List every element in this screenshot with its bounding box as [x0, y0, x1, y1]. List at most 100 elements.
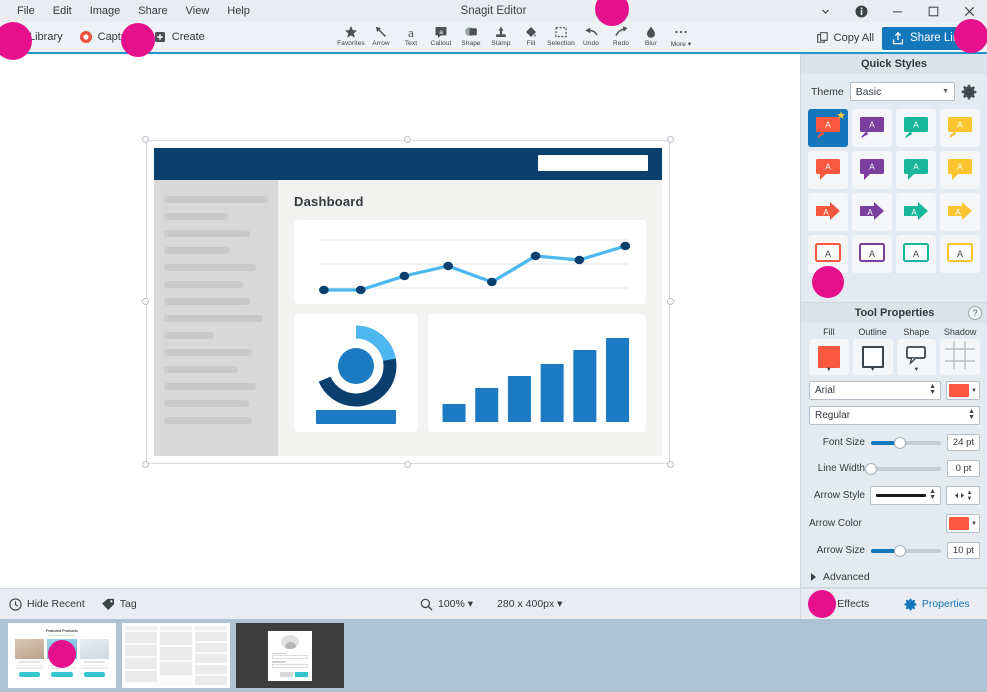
- quick-style-cell-0[interactable]: A ★: [808, 109, 848, 147]
- arrow-size-slider-knob[interactable]: [894, 544, 907, 557]
- create-button[interactable]: Create: [153, 30, 205, 44]
- quick-style-cell-9[interactable]: A: [852, 193, 892, 231]
- font-size-value[interactable]: 24 pt: [947, 434, 980, 451]
- svg-text:A: A: [957, 249, 963, 259]
- tool-more[interactable]: More ▾: [666, 22, 696, 54]
- canvas-selection[interactable]: Dashboard: [142, 136, 674, 468]
- quick-style-cell-4[interactable]: A: [808, 151, 848, 189]
- tool-blur[interactable]: Blur: [636, 22, 666, 54]
- redo-icon: [614, 24, 629, 39]
- minimize-icon[interactable]: [879, 0, 915, 22]
- line-width-slider-knob[interactable]: [865, 462, 877, 475]
- resize-handle-left-center[interactable]: [142, 298, 149, 305]
- resize-handle-bottom-right[interactable]: [667, 461, 674, 468]
- outline-button[interactable]: ▼: [852, 339, 893, 375]
- tool-stamp[interactable]: Stamp: [486, 22, 516, 54]
- zoom-control[interactable]: 100% ▾: [420, 598, 473, 611]
- quick-style-cell-7[interactable]: A: [940, 151, 980, 189]
- shape-column: Shape ▼: [896, 327, 937, 375]
- properties-button[interactable]: Properties: [904, 598, 970, 611]
- resize-handle-right-center[interactable]: [667, 298, 674, 305]
- menu-item-file[interactable]: File: [8, 2, 44, 20]
- tool-callout[interactable]: a Callout: [426, 22, 456, 54]
- svg-text:A: A: [913, 120, 919, 130]
- chevron-down-icon[interactable]: [807, 0, 843, 22]
- quick-style-cell-10[interactable]: A: [896, 193, 936, 231]
- menu-item-edit[interactable]: Edit: [44, 2, 81, 20]
- thumbnail-profile-login-card[interactable]: [236, 623, 344, 688]
- menu-item-help[interactable]: Help: [218, 2, 259, 20]
- resize-handle-bottom-left[interactable]: [142, 461, 149, 468]
- advanced-section-toggle[interactable]: Advanced: [801, 559, 987, 583]
- quick-style-cell-1[interactable]: A: [852, 109, 892, 147]
- share-icon: [892, 31, 904, 44]
- menu-item-image[interactable]: Image: [81, 2, 130, 20]
- tool-fill[interactable]: Fill: [516, 22, 546, 54]
- font-color-button[interactable]: ▼: [946, 381, 980, 400]
- mockup-body: Dashboard: [154, 180, 662, 456]
- arrow-style-select[interactable]: ▲ ▼: [870, 486, 941, 505]
- status-center-group: 100% ▾ 280 x 400px ▾: [420, 598, 562, 611]
- line-width-slider[interactable]: [865, 462, 941, 475]
- tool-text[interactable]: a Text: [396, 22, 426, 54]
- quick-style-cell-15[interactable]: A: [940, 235, 980, 273]
- help-icon[interactable]: ?: [968, 306, 982, 320]
- thumbnail-three-column-layout[interactable]: [122, 623, 230, 688]
- annotation-circle-sharelink: [954, 19, 987, 53]
- tool-text-label: Text: [404, 40, 418, 47]
- tool-properties-columns: Fill ▼ Outline ▼ Shape ▼ Shadow: [801, 323, 987, 375]
- tool-shape[interactable]: Shape: [456, 22, 486, 54]
- editor-canvas[interactable]: Dashboard: [0, 54, 800, 588]
- quick-style-cell-6[interactable]: A: [896, 151, 936, 189]
- font-size-slider[interactable]: [871, 436, 941, 449]
- arrow-end-select[interactable]: ▲ ▼: [946, 486, 980, 505]
- fill-button[interactable]: ▼: [809, 339, 849, 375]
- tag-button[interactable]: Tag: [101, 598, 137, 611]
- shape-label: Shape: [903, 327, 930, 337]
- tool-undo[interactable]: Undo: [576, 22, 606, 54]
- resize-handle-top-right[interactable]: [667, 136, 674, 143]
- menu-item-view[interactable]: View: [177, 2, 219, 20]
- line-chart: [319, 239, 631, 295]
- resize-handle-top-center[interactable]: [404, 136, 411, 143]
- dimensions-control[interactable]: 280 x 400px ▾: [497, 598, 562, 610]
- quick-style-cell-11[interactable]: A: [940, 193, 980, 231]
- quick-style-cell-13[interactable]: A: [852, 235, 892, 273]
- resize-handle-bottom-center[interactable]: [404, 461, 411, 468]
- font-family-select[interactable]: Arial ▲ ▼: [809, 381, 941, 400]
- arrow-size-value[interactable]: 10 pt: [947, 542, 980, 559]
- font-size-slider-knob[interactable]: [894, 436, 907, 449]
- tool-arrow[interactable]: Arrow: [366, 22, 396, 54]
- quick-style-cell-3[interactable]: A: [940, 109, 980, 147]
- resize-handle-top-left[interactable]: [142, 136, 149, 143]
- annotation-circle-effects: [808, 590, 836, 618]
- tool-favorites[interactable]: Favorites: [336, 22, 366, 54]
- quick-style-cell-5[interactable]: A: [852, 151, 892, 189]
- gear-icon[interactable]: [961, 84, 977, 100]
- tool-selection[interactable]: Selection: [546, 22, 576, 54]
- svg-text:A: A: [911, 208, 917, 217]
- theme-row: Theme Basic ▼: [801, 74, 987, 107]
- arrow-color-button[interactable]: ▼: [946, 514, 980, 533]
- quick-style-cell-2[interactable]: A: [896, 109, 936, 147]
- line-width-value[interactable]: 0 pt: [947, 460, 980, 477]
- font-style-select[interactable]: Regular ▲ ▼: [809, 406, 980, 425]
- menu-item-share[interactable]: Share: [129, 2, 176, 20]
- quick-style-cell-14[interactable]: A: [896, 235, 936, 273]
- tool-blur-label: Blur: [645, 40, 657, 47]
- fill-label: Fill: [823, 327, 835, 337]
- donut-chart: [315, 325, 397, 424]
- info-icon[interactable]: [843, 0, 879, 22]
- hide-recent-button[interactable]: Hide Recent: [9, 597, 85, 611]
- tool-redo[interactable]: Redo: [606, 22, 636, 54]
- theme-select[interactable]: Basic ▼: [849, 82, 955, 101]
- maximize-icon[interactable]: [915, 0, 951, 22]
- shadow-button[interactable]: [940, 339, 980, 375]
- arrow-size-slider[interactable]: [871, 544, 941, 557]
- arrow-color-label: Arrow Color: [809, 518, 862, 529]
- svg-text:a: a: [439, 29, 443, 36]
- font-color-swatch: [949, 384, 970, 397]
- shape-button[interactable]: ▼: [896, 339, 937, 375]
- copy-all-button[interactable]: Copy All: [816, 32, 874, 44]
- quick-style-cell-8[interactable]: A: [808, 193, 848, 231]
